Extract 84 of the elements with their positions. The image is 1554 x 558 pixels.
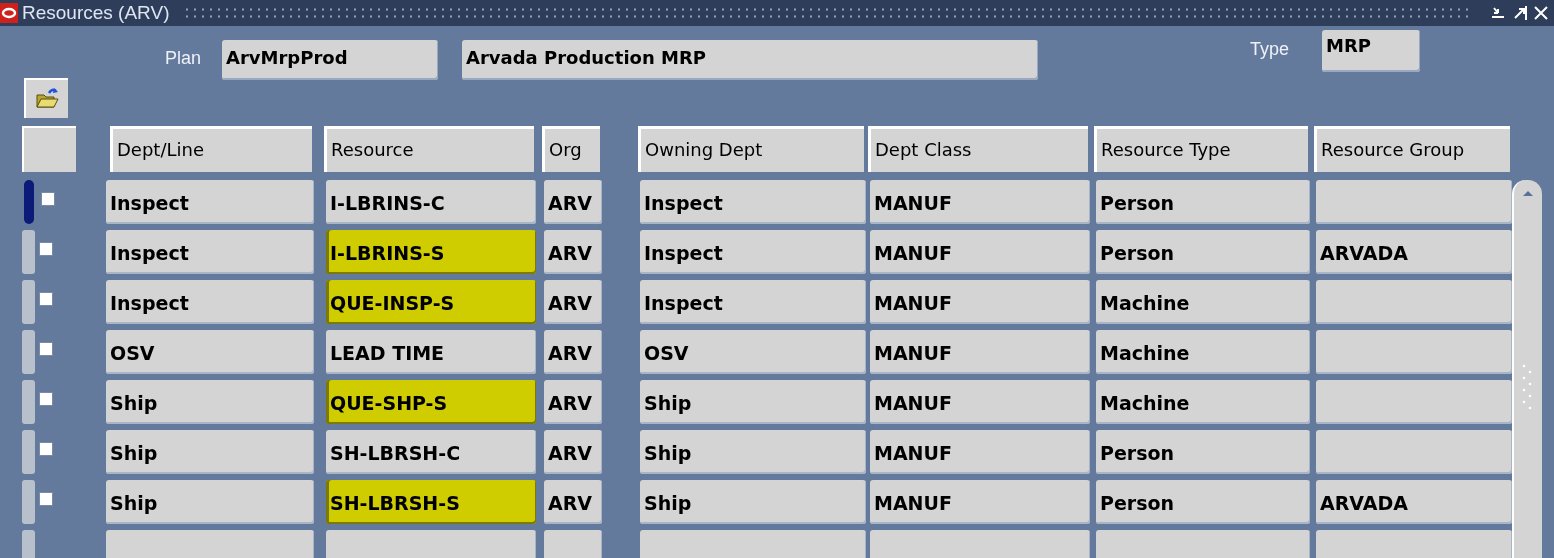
row-marker[interactable] — [22, 480, 35, 524]
folder-icon — [34, 87, 60, 111]
row-marker[interactable] — [22, 380, 35, 424]
table-cell[interactable]: ARV — [544, 380, 602, 424]
header-corner — [22, 126, 76, 172]
row-marker[interactable] — [24, 180, 34, 224]
table-cell[interactable]: Ship — [106, 380, 314, 424]
table-cell[interactable]: ARVADA — [1316, 480, 1512, 524]
table-cell[interactable]: Machine — [1096, 280, 1310, 324]
table-cell[interactable]: Person — [1096, 480, 1310, 524]
table-cell[interactable]: ARV — [544, 280, 602, 324]
table-cell[interactable]: LEAD TIME — [326, 330, 536, 374]
scrollbar[interactable] — [1512, 180, 1542, 558]
checkbox[interactable] — [39, 392, 53, 406]
table-cell[interactable]: Ship — [106, 430, 314, 474]
table-cell[interactable]: OSV — [640, 330, 866, 374]
app-logo-icon — [0, 3, 18, 23]
table-cell[interactable]: Ship — [640, 480, 866, 524]
column-header[interactable]: Dept/Line — [110, 126, 312, 172]
table-cell[interactable]: Person — [1096, 180, 1310, 224]
plan-field[interactable]: ArvMrpProd — [222, 40, 438, 80]
table-cell[interactable] — [1316, 430, 1512, 474]
table-cell[interactable]: Ship — [640, 380, 866, 424]
table-cell[interactable]: MANUF — [870, 280, 1090, 324]
table-cell[interactable]: Ship — [640, 430, 866, 474]
column-header[interactable]: Resource Type — [1094, 126, 1308, 172]
table-cell[interactable] — [1316, 180, 1512, 224]
table-cell[interactable]: Ship — [106, 480, 314, 524]
table-cell[interactable]: ARV — [544, 430, 602, 474]
row-marker[interactable] — [22, 330, 35, 374]
table-cell[interactable]: ARV — [544, 480, 602, 524]
table-cell[interactable]: MANUF — [870, 380, 1090, 424]
type-label: Type — [1250, 39, 1290, 60]
open-folder-button[interactable] — [24, 78, 68, 118]
checkbox[interactable] — [39, 442, 53, 456]
table-cell[interactable]: Inspect — [106, 280, 314, 324]
table-cell[interactable]: ARV — [544, 230, 602, 274]
table-cell[interactable] — [1316, 280, 1512, 324]
column-header[interactable]: Dept Class — [868, 126, 1088, 172]
row-marker[interactable] — [22, 280, 35, 324]
table-cell[interactable]: SH-LBRSH-C — [326, 430, 536, 474]
table-cell[interactable]: Inspect — [640, 230, 866, 274]
maximize-icon[interactable] — [1512, 5, 1528, 21]
checkbox[interactable] — [39, 492, 53, 506]
checkbox[interactable] — [39, 342, 53, 356]
table-cell[interactable]: Inspect — [640, 280, 866, 324]
column-header[interactable]: Owning Dept — [638, 126, 864, 172]
table-cell[interactable]: Machine — [1096, 330, 1310, 374]
table-cell[interactable]: MANUF — [870, 180, 1090, 224]
table-cell[interactable]: Machine — [1096, 380, 1310, 424]
table-cell[interactable]: I-LBRINS-S — [326, 230, 536, 274]
window-title: Resources (ARV) — [22, 1, 170, 25]
checkbox[interactable] — [41, 192, 55, 206]
table-cell[interactable]: I-LBRINS-C — [326, 180, 536, 224]
table-cell[interactable]: Inspect — [106, 180, 314, 224]
row-marker[interactable] — [22, 430, 35, 474]
table-cell[interactable]: QUE-INSP-S — [326, 280, 536, 324]
type-field[interactable]: MRP — [1322, 30, 1420, 72]
table-cell[interactable]: Inspect — [640, 180, 866, 224]
table-cell[interactable]: SH-LBRSH-S — [326, 480, 536, 524]
row-marker[interactable] — [22, 230, 35, 274]
table-cell[interactable]: Person — [1096, 430, 1310, 474]
table-cell[interactable]: ARV — [544, 180, 602, 224]
checkbox[interactable] — [39, 292, 53, 306]
table-cell[interactable]: MANUF — [870, 230, 1090, 274]
table-cell[interactable] — [1316, 330, 1512, 374]
table-cell[interactable]: Inspect — [106, 230, 314, 274]
minimize-icon[interactable] — [1490, 5, 1506, 21]
table-cell[interactable]: ARV — [544, 330, 602, 374]
table-cell[interactable]: MANUF — [870, 330, 1090, 374]
plan-description-field[interactable]: Arvada Production MRP — [462, 40, 1038, 80]
close-icon[interactable] — [1534, 5, 1548, 21]
table-cell[interactable] — [1316, 380, 1512, 424]
table-cell[interactable]: QUE-SHP-S — [326, 380, 536, 424]
column-header[interactable]: Resource — [324, 126, 534, 172]
table-cell[interactable]: OSV — [106, 330, 314, 374]
table-cell[interactable]: ARVADA — [1316, 230, 1512, 274]
table-cell[interactable]: MANUF — [870, 480, 1090, 524]
plan-label: Plan — [165, 48, 202, 69]
column-header[interactable]: Resource Group — [1314, 126, 1510, 172]
table-cell[interactable]: MANUF — [870, 430, 1090, 474]
column-header[interactable]: Org — [542, 126, 600, 172]
checkbox[interactable] — [39, 242, 53, 256]
table-cell[interactable]: Person — [1096, 230, 1310, 274]
